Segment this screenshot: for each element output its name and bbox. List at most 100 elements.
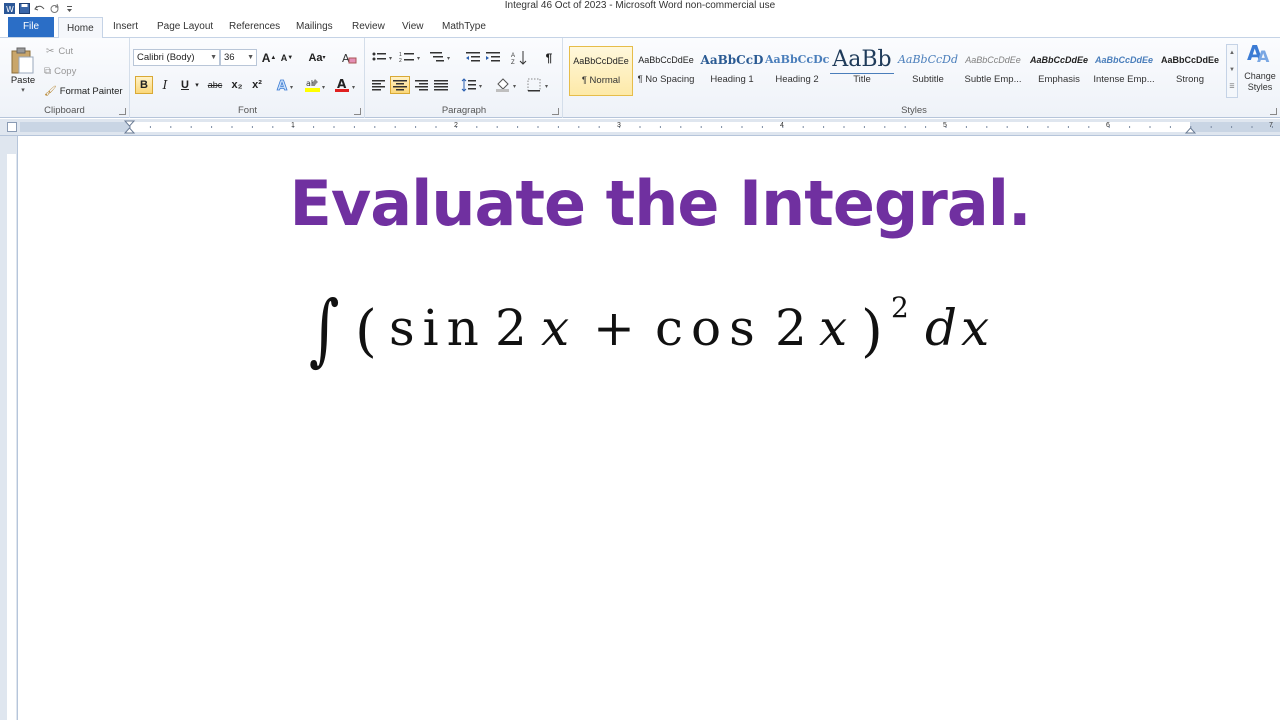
cut-button[interactable]: ✂ Cut: [46, 44, 73, 58]
style-subtle-emphasis[interactable]: AaBbCcDdEe Subtle Emp...: [961, 46, 1025, 96]
borders-button[interactable]: ▾: [526, 76, 552, 94]
paste-button[interactable]: Paste ▾: [8, 42, 38, 98]
underline-dropdown-arrow[interactable]: ▾: [193, 76, 201, 94]
numbering-button[interactable]: 1 2 ▾: [398, 49, 424, 66]
svg-text:A: A: [511, 53, 515, 59]
style-subtitle[interactable]: AaBbCcDd Subtitle: [896, 46, 960, 96]
svg-text:Z: Z: [511, 60, 515, 66]
decrease-indent-icon: [466, 51, 480, 61]
svg-text:2: 2: [399, 58, 402, 64]
paragraph-group-label: Paragraph: [441, 105, 487, 116]
font-size-dropdown[interactable]: 36 ▼: [220, 49, 257, 66]
style-title[interactable]: AaBb Title: [830, 46, 894, 96]
strikethrough-button[interactable]: abc: [205, 76, 225, 94]
paragraph-launcher-icon[interactable]: [552, 108, 559, 115]
copy-label: Copy: [54, 65, 77, 77]
sort-icon: AZ: [511, 50, 527, 66]
line-spacing-button[interactable]: ▾: [460, 76, 486, 94]
increase-indent-icon: [486, 51, 500, 61]
paste-icon: [11, 47, 34, 73]
change-styles-button[interactable]: AA Change Styles: [1240, 40, 1280, 104]
coefficient-2a: 2: [495, 299, 527, 357]
highlighter-icon: ab ▾: [305, 79, 325, 92]
style-sample: AaBbCcDdEe: [1029, 55, 1088, 65]
document-page[interactable]: Evaluate the Integral. ∫ ( sin 2 x + cos…: [19, 137, 1280, 720]
window-title: Integral 46 Oct of 2023 - Microsoft Word…: [504, 0, 776, 11]
styles-launcher-icon[interactable]: [1270, 108, 1277, 115]
format-painter-label: Format Painter: [59, 85, 123, 97]
grow-font-button[interactable]: A ▲: [261, 49, 277, 66]
change-case-button[interactable]: Aa ▾: [305, 49, 329, 66]
style-sample: AaBbCcDdEe: [1094, 55, 1153, 65]
font-color-button[interactable]: A ▾: [333, 76, 359, 94]
subscript-button[interactable]: x₂: [229, 76, 245, 94]
change-styles-icon: AA: [1247, 41, 1270, 66]
ruler-number: 3: [617, 122, 621, 129]
align-right-icon: [415, 80, 428, 91]
format-painter-button[interactable]: 🖌 Format Painter: [44, 84, 123, 98]
align-left-button[interactable]: [370, 76, 388, 94]
text-effects-button[interactable]: A ▾: [275, 76, 299, 94]
justify-button[interactable]: [432, 76, 450, 94]
tab-review[interactable]: Review: [352, 20, 385, 34]
ruler-ticks: [123, 120, 1273, 134]
tab-page-layout[interactable]: Page Layout: [157, 20, 213, 34]
styles-gallery-scroll[interactable]: ▲ ▼ ☰: [1226, 44, 1238, 98]
tab-insert[interactable]: Insert: [113, 20, 138, 34]
bold-button[interactable]: B: [135, 76, 153, 94]
style-heading-2[interactable]: AaBbCcDc Heading 2: [765, 46, 829, 96]
shading-button[interactable]: ▾: [494, 76, 520, 94]
document-heading[interactable]: Evaluate the Integral.: [0, 167, 1280, 240]
borders-icon: ▾: [527, 78, 548, 92]
font-launcher-icon[interactable]: [354, 108, 361, 115]
scissors-icon: ✂: [46, 45, 55, 57]
shrink-font-button[interactable]: A ▼: [279, 49, 295, 66]
paste-label: Paste: [10, 74, 36, 86]
paragraph-group: ▾ 1 2 ▾ ▾ AZ ¶ ▾ ▾ ▾ Paragraph: [366, 38, 563, 118]
style-sample: AaBbCcDdEe: [1160, 55, 1219, 65]
multilevel-list-button[interactable]: ▾: [428, 49, 454, 66]
clipboard-launcher-icon[interactable]: [119, 108, 126, 115]
font-group: Calibri (Body) ▼ 36 ▼ A ▲ A ▼ Aa ▾ A B I U ▾ …: [131, 38, 365, 118]
align-center-button[interactable]: [390, 76, 410, 94]
horizontal-ruler[interactable]: 1 2 3 4 5 6 7: [0, 119, 1280, 136]
decrease-indent-button[interactable]: [464, 49, 482, 66]
highlight-color-button[interactable]: ab ▾: [303, 76, 329, 94]
tab-file[interactable]: File: [8, 17, 54, 37]
paste-dropdown-arrow[interactable]: ▾: [21, 86, 25, 94]
style-sample: AaBbCcDd: [897, 53, 959, 66]
tab-mailings[interactable]: Mailings: [296, 20, 333, 34]
scroll-up-icon[interactable]: ▲: [1227, 45, 1237, 62]
more-styles-icon[interactable]: ☰: [1227, 79, 1237, 96]
font-name-dropdown[interactable]: Calibri (Body) ▼: [133, 49, 220, 66]
style-sample: AaBb: [830, 46, 894, 74]
copy-button[interactable]: ⧉ Copy: [44, 64, 76, 78]
scroll-down-icon[interactable]: ▼: [1227, 62, 1237, 79]
tab-mathtype[interactable]: MathType: [442, 20, 486, 34]
tab-view[interactable]: View: [402, 20, 424, 34]
style-intense-emphasis[interactable]: AaBbCcDdEe Intense Emp...: [1092, 46, 1156, 96]
italic-button[interactable]: I: [157, 76, 173, 94]
clear-formatting-button[interactable]: A: [339, 49, 359, 66]
style-no-spacing[interactable]: AaBbCcDdEe ¶ No Spacing: [634, 46, 698, 96]
tab-home[interactable]: Home: [58, 17, 103, 39]
clipboard-group-label: Clipboard: [44, 105, 85, 116]
show-formatting-marks-button[interactable]: ¶: [540, 49, 558, 66]
styles-group: AaBbCcDdEe ¶ Normal AaBbCcDdEe ¶ No Spac…: [564, 38, 1280, 118]
style-strong[interactable]: AaBbCcDdEe Strong: [1158, 46, 1222, 96]
style-normal[interactable]: AaBbCcDdEe ¶ Normal: [569, 46, 633, 96]
variable-x-a: x: [541, 299, 570, 357]
style-name: ¶ Normal: [581, 75, 621, 86]
superscript-button[interactable]: x²: [249, 76, 265, 94]
bullets-button[interactable]: ▾: [370, 49, 396, 66]
increase-indent-button[interactable]: [484, 49, 502, 66]
paint-bucket-icon: ▾: [496, 78, 516, 92]
align-right-button[interactable]: [412, 76, 430, 94]
styles-group-label: Styles: [901, 105, 927, 116]
underline-button[interactable]: U: [177, 76, 193, 94]
tab-references[interactable]: References: [229, 20, 280, 34]
style-emphasis[interactable]: AaBbCcDdEe Emphasis: [1027, 46, 1091, 96]
sort-button[interactable]: AZ: [510, 49, 530, 66]
style-name: Subtitle: [912, 74, 944, 85]
style-heading-1[interactable]: AaBbCcD Heading 1: [700, 46, 764, 96]
